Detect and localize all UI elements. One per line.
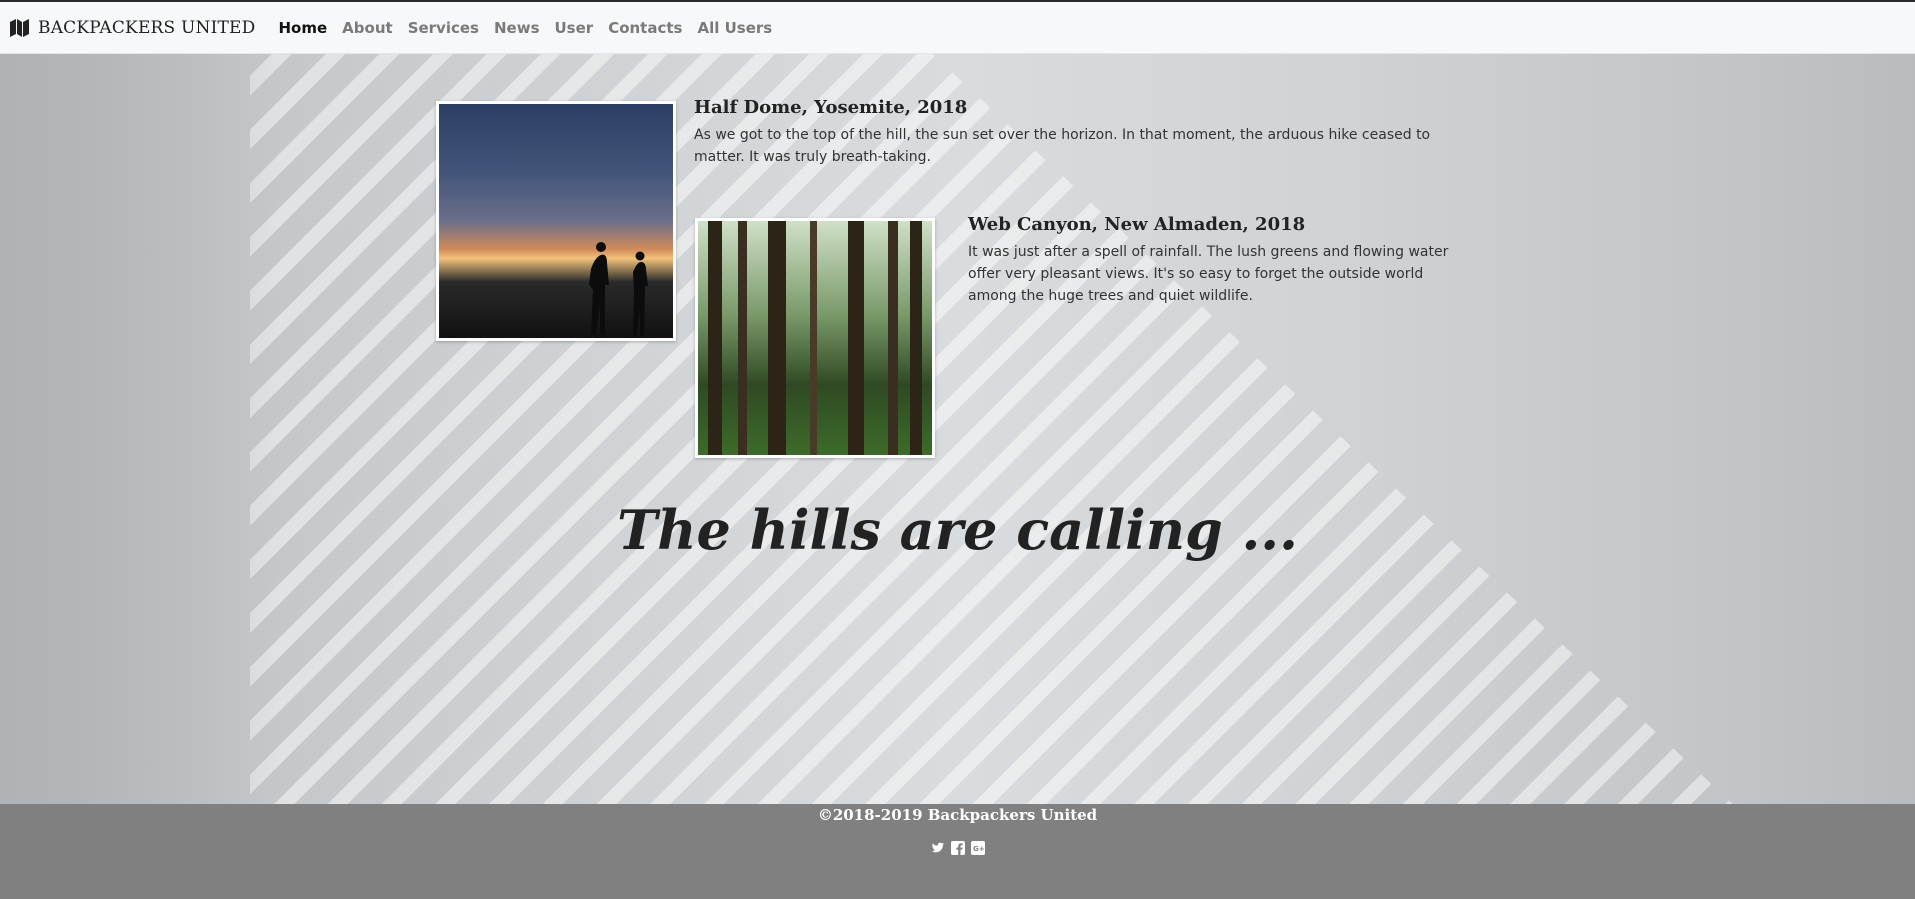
facebook-icon[interactable] bbox=[950, 840, 965, 855]
story-title: Half Dome, Yosemite, 2018 bbox=[694, 97, 968, 118]
twitter-icon[interactable] bbox=[931, 840, 945, 854]
tagline: The hills are calling ... bbox=[617, 498, 1298, 562]
story-photo-forest bbox=[695, 218, 935, 458]
story-text: It was just after a spell of rainfall. T… bbox=[968, 244, 1449, 304]
nav-services[interactable]: Services bbox=[408, 19, 479, 37]
copyright: ©2018-2019 Backpackers United bbox=[817, 806, 1098, 824]
nav-about[interactable]: About bbox=[342, 19, 393, 37]
svg-text:G+: G+ bbox=[973, 845, 985, 853]
footer: ©2018-2019 Backpackers United G+ bbox=[0, 804, 1915, 899]
nav-home[interactable]: Home bbox=[279, 19, 328, 37]
story-text: As we got to the top of the hill, the su… bbox=[694, 127, 1431, 165]
nav-contacts[interactable]: Contacts bbox=[608, 19, 682, 37]
brand-name: BACKPACKERS UNITED bbox=[38, 17, 256, 38]
story-web-canyon: Web Canyon, New Almaden, 2018 It was jus… bbox=[968, 214, 1473, 307]
story-photo-sunset bbox=[436, 101, 676, 341]
navbar: BACKPACKERS UNITED Home About Services N… bbox=[0, 2, 1915, 54]
nav-news[interactable]: News bbox=[494, 19, 540, 37]
brand[interactable]: BACKPACKERS UNITED bbox=[10, 18, 256, 38]
social-links: G+ bbox=[0, 840, 1915, 855]
story-title: Web Canyon, New Almaden, 2018 bbox=[968, 214, 1306, 235]
map-icon bbox=[10, 18, 29, 37]
nav-menu: Home About Services News User Contacts A… bbox=[279, 19, 788, 37]
nav-all-users[interactable]: All Users bbox=[697, 19, 772, 37]
google-plus-icon[interactable]: G+ bbox=[970, 840, 985, 855]
nav-user[interactable]: User bbox=[555, 19, 594, 37]
story-half-dome: Half Dome, Yosemite, 2018 As we got to t… bbox=[694, 97, 1464, 168]
shadow-left bbox=[0, 54, 280, 804]
